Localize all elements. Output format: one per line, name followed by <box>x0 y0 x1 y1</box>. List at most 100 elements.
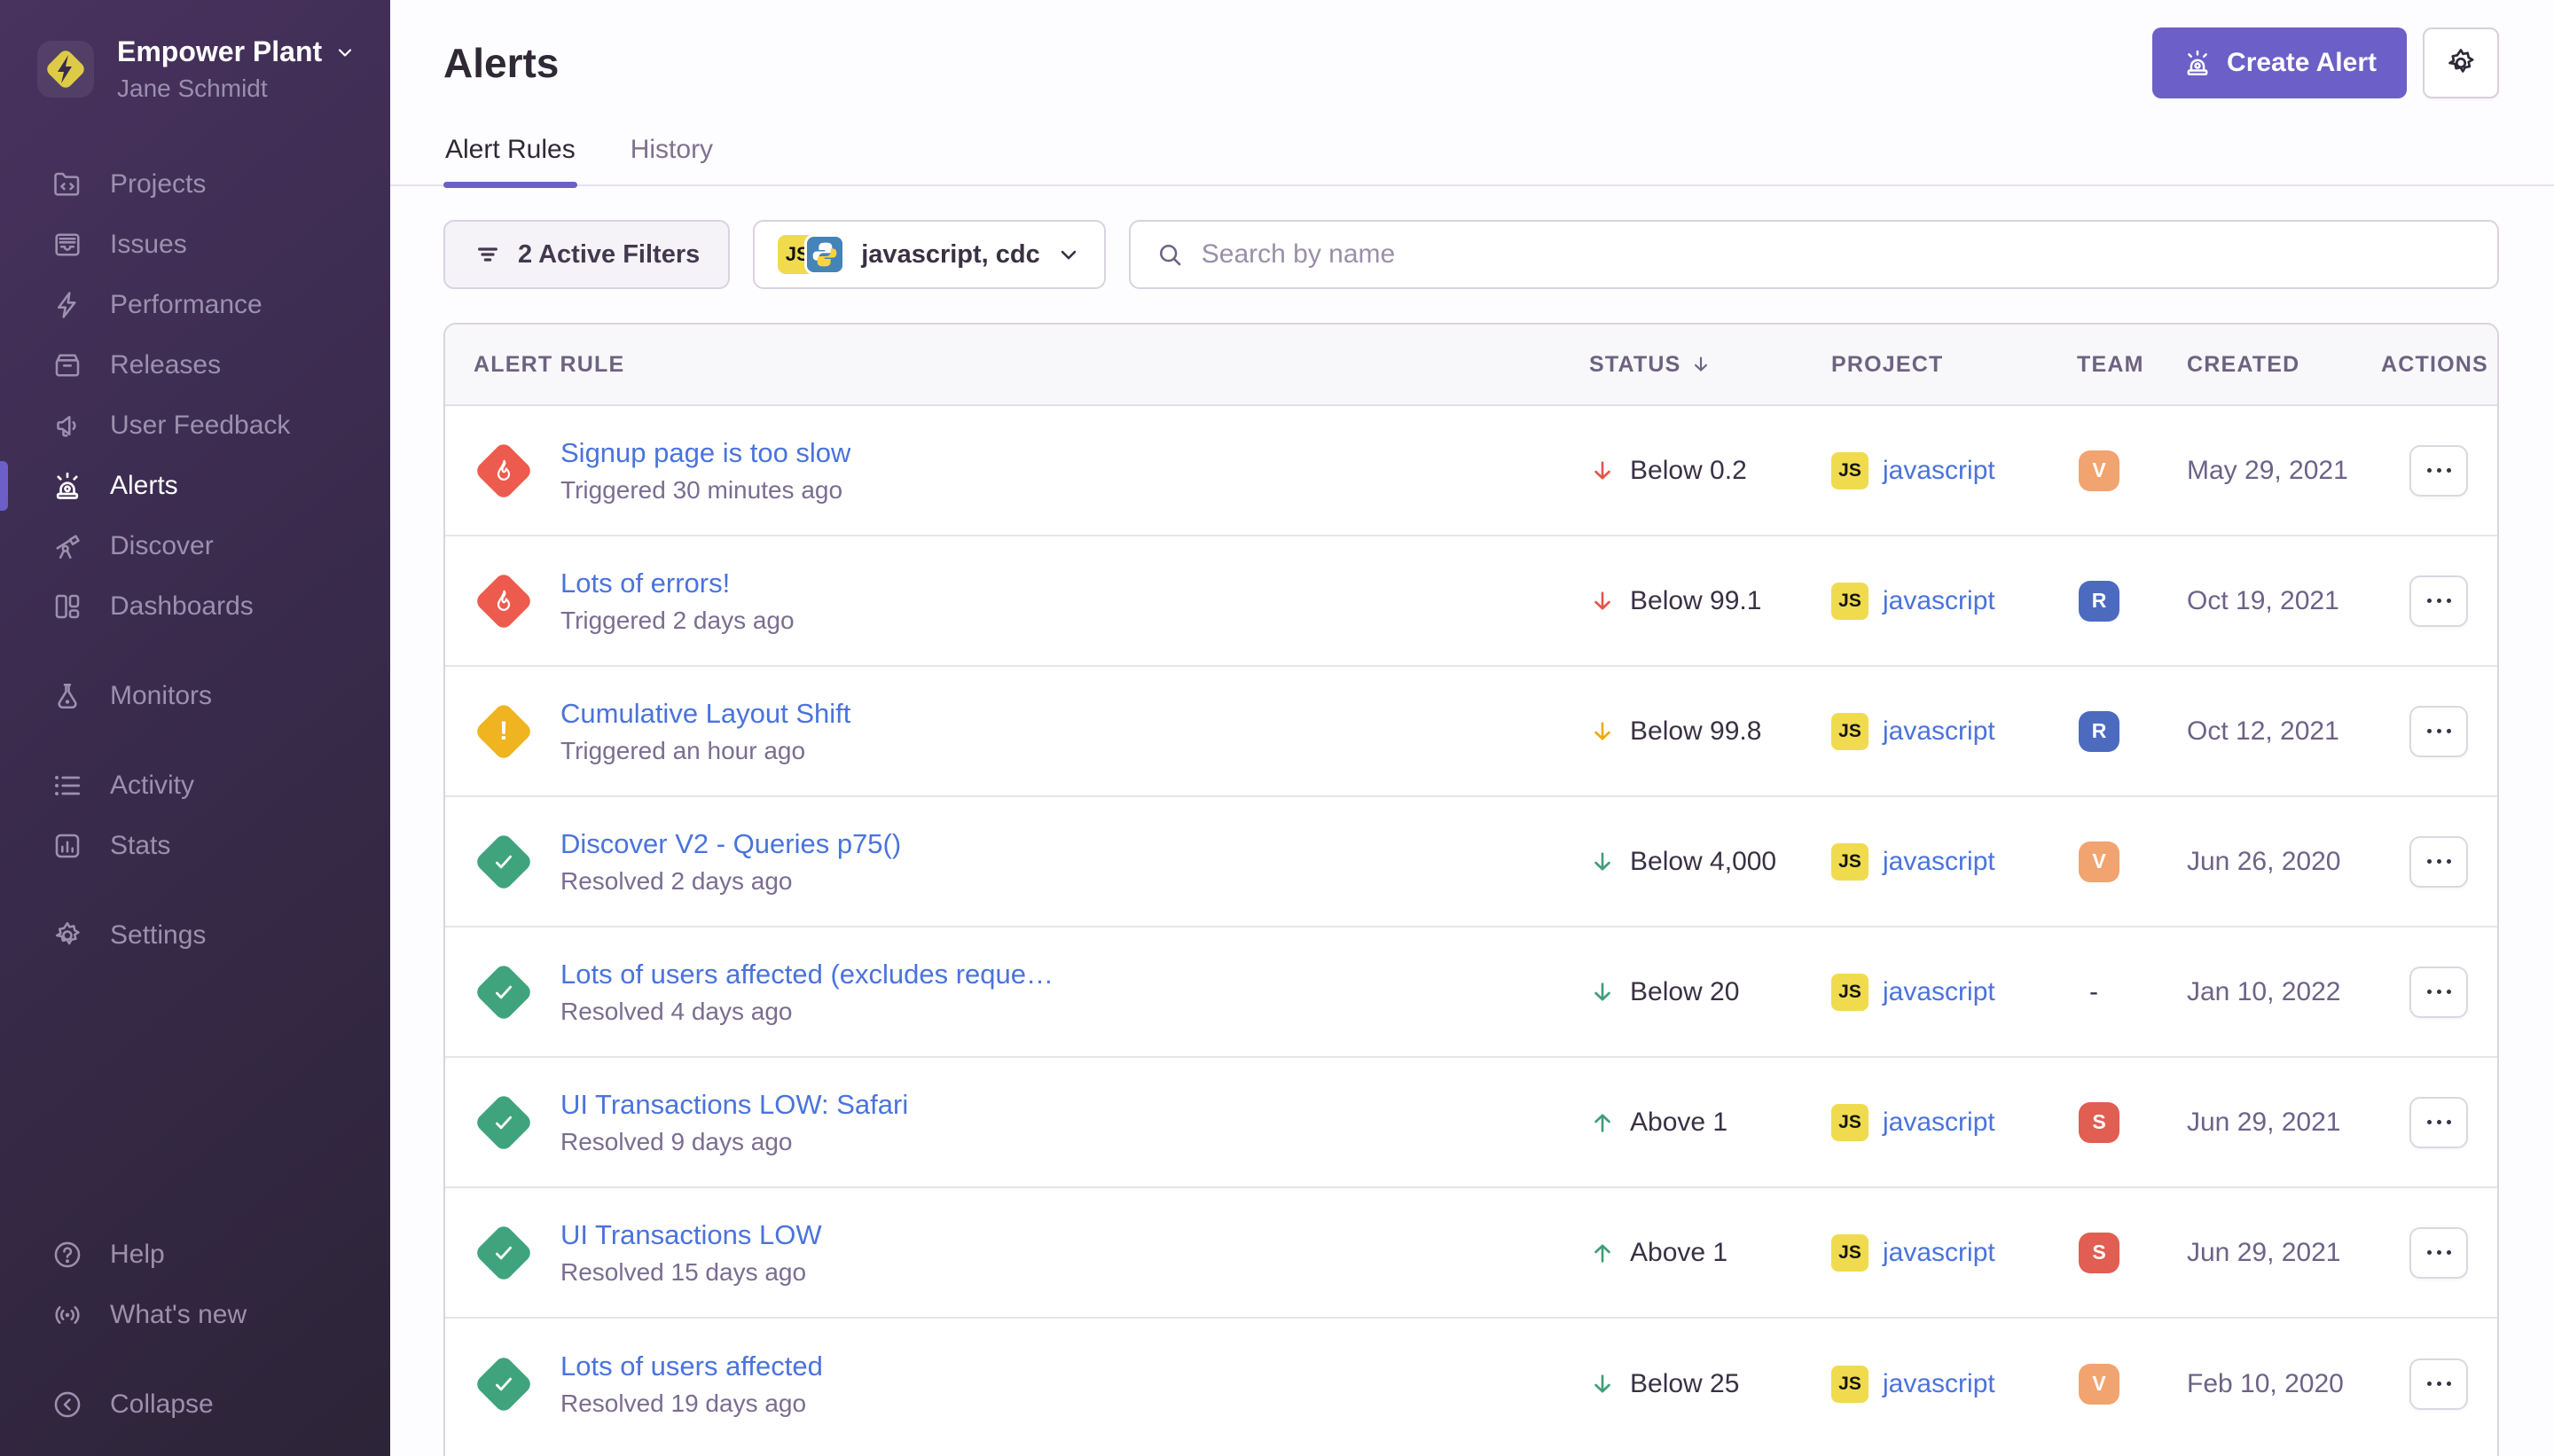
column-header-alert-rule[interactable]: Alert Rule <box>445 352 1589 378</box>
row-actions-button[interactable] <box>2409 445 2468 497</box>
project-link[interactable]: javascript <box>1883 847 1995 877</box>
alert-rule-subtext: Triggered 30 minutes ago <box>560 476 850 505</box>
status-arrow-up-icon <box>1589 1240 1616 1266</box>
search-box <box>1129 220 2499 289</box>
project-link[interactable]: javascript <box>1883 1369 1995 1399</box>
performance-icon <box>51 289 83 321</box>
sidebar-item-monitors[interactable]: Monitors <box>0 666 390 726</box>
table-row: Lots of users affected (excludes reque… … <box>445 928 2497 1058</box>
monitors-icon <box>51 680 83 712</box>
project-link[interactable]: javascript <box>1883 1238 1995 1268</box>
alert-rule-subtext: Resolved 4 days ago <box>560 998 1054 1026</box>
row-actions-button[interactable] <box>2409 1227 2468 1279</box>
sidebar-item-label: What's new <box>110 1300 247 1330</box>
table-row: UI Transactions LOW: Safari Resolved 9 d… <box>445 1058 2497 1188</box>
javascript-project-icon: JS <box>1831 1234 1868 1272</box>
alert-rule-link[interactable]: Cumulative Layout Shift <box>560 698 850 730</box>
alert-resolved-icon <box>474 832 534 892</box>
alert-rule-link[interactable]: UI Transactions LOW <box>560 1219 822 1251</box>
alert-rule-link[interactable]: Signup page is too slow <box>560 437 850 469</box>
table-row: Discover V2 - Queries p75() Resolved 2 d… <box>445 797 2497 928</box>
sidebar-item-help[interactable]: Help <box>0 1225 390 1285</box>
python-project-icon <box>804 234 845 275</box>
row-actions-button[interactable] <box>2409 1358 2468 1410</box>
org-name: Empower Plant <box>117 35 322 68</box>
row-actions-button[interactable] <box>2409 575 2468 627</box>
org-user-name: Jane Schmidt <box>117 74 356 103</box>
siren-icon <box>2182 48 2213 78</box>
sidebar-item-user-feedback[interactable]: User Feedback <box>0 395 390 456</box>
project-filter-dropdown[interactable]: JS javascript, cdc <box>753 220 1106 289</box>
status-value: Above 1 <box>1630 1108 1727 1138</box>
tab-bar: Alert Rules History <box>390 135 2554 186</box>
created-date: Oct 12, 2021 <box>2187 716 2381 747</box>
tab-history[interactable]: History <box>629 135 715 184</box>
sidebar-item-dashboards[interactable]: Dashboards <box>0 576 390 637</box>
active-filters-button[interactable]: 2 Active Filters <box>443 220 730 289</box>
sidebar-item-whats-new[interactable]: What's new <box>0 1285 390 1345</box>
column-header-actions: Actions <box>2381 352 2497 378</box>
status-arrow-down-icon <box>1589 718 1616 745</box>
sidebar-item-label: Monitors <box>110 681 212 711</box>
check-icon <box>491 980 516 1005</box>
row-actions-button[interactable] <box>2409 836 2468 888</box>
project-link[interactable]: javascript <box>1883 1108 1995 1138</box>
project-link[interactable]: javascript <box>1883 977 1995 1007</box>
sidebar-item-alerts[interactable]: Alerts <box>0 456 390 516</box>
status-arrow-up-icon <box>1589 1109 1616 1136</box>
row-actions-button[interactable] <box>2409 1097 2468 1148</box>
alert-rule-link[interactable]: Lots of users affected <box>560 1350 823 1382</box>
javascript-project-icon: JS <box>1831 583 1868 620</box>
created-date: May 29, 2021 <box>2187 456 2381 486</box>
alert-rule-subtext: Resolved 19 days ago <box>560 1389 823 1418</box>
sidebar-nav: Projects Issues Performance Releases Use… <box>0 154 390 1456</box>
sidebar-item-label: Stats <box>110 831 170 861</box>
sidebar-item-projects[interactable]: Projects <box>0 154 390 215</box>
gear-icon <box>2444 46 2478 80</box>
alert-settings-button[interactable] <box>2423 27 2499 98</box>
tab-alert-rules[interactable]: Alert Rules <box>443 135 577 184</box>
table-row: Lots of errors! Triggered 2 days ago Bel… <box>445 536 2497 667</box>
org-logo <box>37 41 94 98</box>
status-arrow-down-icon <box>1589 849 1616 875</box>
column-header-project[interactable]: Project <box>1831 352 2077 378</box>
row-actions-button[interactable] <box>2409 967 2468 1018</box>
sidebar-item-activity[interactable]: Activity <box>0 755 390 816</box>
create-alert-button[interactable]: Create Alert <box>2152 27 2407 98</box>
help-icon <box>51 1239 83 1271</box>
table-row: ! Cumulative Layout Shift Triggered an h… <box>445 667 2497 797</box>
sidebar: Empower Plant Jane Schmidt Projects Issu… <box>0 0 390 1456</box>
row-actions-button[interactable] <box>2409 706 2468 757</box>
column-header-team[interactable]: Team <box>2077 352 2187 378</box>
filter-icon <box>474 240 502 269</box>
sidebar-item-label: User Feedback <box>110 411 290 441</box>
alert-rule-link[interactable]: UI Transactions LOW: Safari <box>560 1089 908 1121</box>
project-link[interactable]: javascript <box>1883 456 1995 486</box>
column-header-status[interactable]: Status <box>1589 352 1831 378</box>
team-avatar: R <box>2079 711 2119 752</box>
javascript-project-icon: JS <box>1831 1104 1868 1141</box>
column-header-created[interactable]: Created <box>2187 352 2381 378</box>
project-link[interactable]: javascript <box>1883 716 1995 747</box>
sidebar-item-label: Issues <box>110 230 187 260</box>
status-value: Below 0.2 <box>1630 456 1747 486</box>
search-input[interactable] <box>1202 239 2472 270</box>
sidebar-item-issues[interactable]: Issues <box>0 215 390 275</box>
sidebar-item-releases[interactable]: Releases <box>0 335 390 395</box>
project-link[interactable]: javascript <box>1883 586 1995 616</box>
check-icon <box>491 849 516 874</box>
sidebar-item-performance[interactable]: Performance <box>0 275 390 335</box>
main-content: Alerts Create Alert Alert Rules History … <box>390 0 2554 1456</box>
sidebar-item-collapse[interactable]: Collapse <box>0 1374 390 1435</box>
sidebar-item-settings[interactable]: Settings <box>0 905 390 966</box>
sidebar-item-stats[interactable]: Stats <box>0 816 390 876</box>
alert-rule-link[interactable]: Lots of errors! <box>560 568 795 599</box>
created-date: Jun 29, 2021 <box>2187 1238 2381 1268</box>
alert-rule-link[interactable]: Discover V2 - Queries p75() <box>560 828 901 860</box>
sidebar-item-label: Discover <box>110 531 214 561</box>
alert-rule-link[interactable]: Lots of users affected (excludes reque… <box>560 959 1054 990</box>
javascript-project-icon: JS <box>1831 1366 1868 1403</box>
sidebar-item-label: Collapse <box>110 1389 214 1420</box>
sidebar-item-discover[interactable]: Discover <box>0 516 390 576</box>
org-switcher[interactable]: Empower Plant Jane Schmidt <box>0 35 390 103</box>
